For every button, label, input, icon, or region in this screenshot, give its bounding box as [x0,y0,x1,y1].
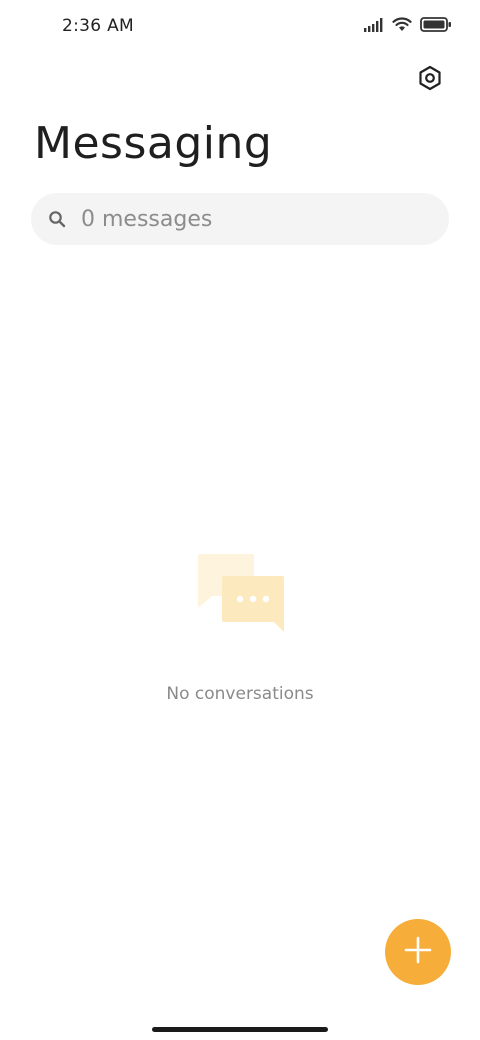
status-bar: 2:36 AM [0,0,480,52]
messaging-screen: 2:36 AM Messaging 0 messages No conversa… [0,0,480,1040]
search-bar[interactable] [31,193,449,245]
wifi-icon [392,17,412,36]
empty-state-text: No conversations [166,684,314,704]
status-time: 2:36 AM [62,16,134,36]
settings-button[interactable] [416,65,444,95]
home-indicator[interactable] [152,1027,328,1032]
battery-icon [420,17,452,36]
status-icons [364,17,452,36]
search-icon [47,209,67,229]
page-title: Messaging [34,118,273,169]
plus-icon [403,935,433,969]
new-conversation-button[interactable] [385,919,451,985]
signal-bars-icon [364,17,384,36]
search-input[interactable] [81,206,421,232]
settings-hexagon-icon [417,65,443,95]
empty-state: No conversations [0,548,480,704]
chat-bubbles-icon [194,548,286,634]
